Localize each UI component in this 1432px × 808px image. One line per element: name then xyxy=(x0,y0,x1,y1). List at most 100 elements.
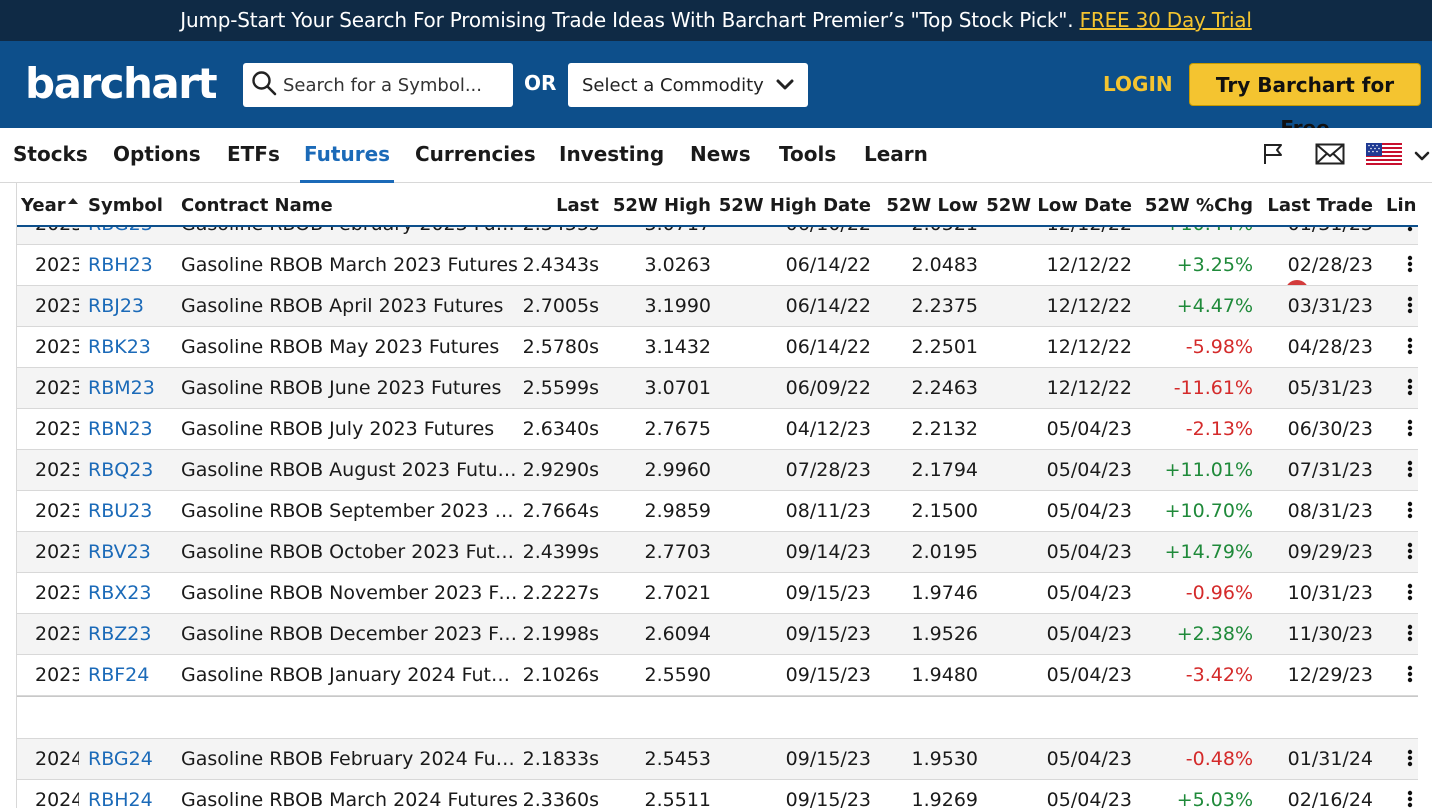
table-row[interactable]: 2024 RBH24 Gasoline RBOB March 2024 Future… xyxy=(17,780,1418,808)
cell-last: 2.4343s xyxy=(522,254,599,276)
table-row[interactable]: 2023 RBK23 Gasoline RBOB May 2023 Futures 2… xyxy=(17,327,1418,368)
cell-symbol-link[interactable]: RBN23 xyxy=(88,418,153,440)
col-year[interactable]: Year xyxy=(21,195,78,216)
more-vertical-icon[interactable] xyxy=(1405,255,1415,275)
table-row[interactable]: 2023 RBH23 Gasoline RBOB March 2023 Future… xyxy=(17,245,1418,286)
cell-52w-chg: +4.47% xyxy=(1176,295,1253,317)
more-vertical-icon[interactable] xyxy=(1405,583,1415,603)
mail-icon[interactable] xyxy=(1315,143,1345,169)
more-vertical-icon[interactable] xyxy=(1405,749,1415,769)
table-row[interactable]: 2023 RBN23 Gasoline RBOB July 2023 Futures… xyxy=(17,409,1418,450)
cell-52w-low: 2.2501 xyxy=(911,336,978,358)
cell-symbol-link[interactable]: RBQ23 xyxy=(88,459,153,481)
cell-symbol-link[interactable]: RBX23 xyxy=(88,582,151,604)
table-row[interactable]: 2023 RBV23 Gasoline RBOB October 2023 Futu… xyxy=(17,532,1418,573)
cell-contract-name: Gasoline RBOB March 2023 Futures xyxy=(181,254,518,276)
cell-symbol-link[interactable]: RBZ23 xyxy=(88,623,151,645)
cell-52w-chg: -0.96% xyxy=(1185,582,1253,604)
nav-options[interactable]: Options xyxy=(113,128,201,183)
cell-last-trade: 04/28/23 xyxy=(1287,336,1373,358)
more-vertical-icon[interactable] xyxy=(1405,665,1415,685)
table-row[interactable]: 2023 RBU23 Gasoline RBOB September 2023 Fu… xyxy=(17,491,1418,532)
search-icon xyxy=(251,70,277,100)
more-vertical-icon[interactable] xyxy=(1405,624,1415,644)
cell-52w-low-date: 05/04/23 xyxy=(1046,459,1132,481)
cell-52w-high-date: 06/14/22 xyxy=(785,254,871,276)
col-year-label: Year xyxy=(21,195,66,216)
more-vertical-icon[interactable] xyxy=(1405,790,1415,808)
nav-investing[interactable]: Investing xyxy=(559,128,664,183)
nav-etfs[interactable]: ETFs xyxy=(227,128,280,183)
cell-contract-name: Gasoline RBOB January 2024 Futures xyxy=(181,664,521,686)
cell-52w-high: 3.0263 xyxy=(644,254,711,276)
col-52w-chg[interactable]: 52W %Chg xyxy=(1145,195,1253,216)
col-links[interactable]: Links xyxy=(1386,195,1418,216)
col-last-trade[interactable]: Last Trade xyxy=(1267,195,1373,216)
more-vertical-icon[interactable] xyxy=(1405,501,1415,521)
symbol-search[interactable] xyxy=(243,63,513,107)
cell-last-trade: 02/28/23 xyxy=(1287,254,1373,276)
col-52w-low-date[interactable]: 52W Low Date xyxy=(986,195,1132,216)
table-header: Year Symbol Contract Name Last 52W High … xyxy=(17,183,1418,227)
cell-52w-low: 2.0195 xyxy=(911,541,978,563)
cell-last-trade: 09/29/23 xyxy=(1287,541,1373,563)
cell-year: 2023 xyxy=(35,541,79,563)
cell-symbol-link[interactable]: RBV23 xyxy=(88,541,151,563)
cell-symbol-link[interactable]: RBG24 xyxy=(88,748,153,770)
cell-symbol-link[interactable]: RBH23 xyxy=(88,254,153,276)
col-52w-high[interactable]: 52W High xyxy=(613,195,711,216)
col-52w-high-date[interactable]: 52W High Date xyxy=(719,195,871,216)
chevron-down-icon[interactable] xyxy=(1414,148,1430,167)
more-vertical-icon[interactable] xyxy=(1405,378,1415,398)
cell-symbol-link[interactable]: RBM23 xyxy=(88,377,155,399)
commodity-select-label: Select a Commodity xyxy=(582,74,764,96)
search-input[interactable] xyxy=(283,74,503,96)
nav-currencies[interactable]: Currencies xyxy=(415,128,536,183)
more-vertical-icon[interactable] xyxy=(1405,460,1415,480)
cell-52w-low: 1.9530 xyxy=(911,748,978,770)
barchart-logo[interactable]: barchart xyxy=(25,57,218,111)
cell-52w-high-date: 09/15/23 xyxy=(785,664,871,686)
col-last[interactable]: Last xyxy=(556,195,599,216)
nav-futures[interactable]: Futures xyxy=(300,128,395,183)
more-vertical-icon[interactable] xyxy=(1405,419,1415,439)
cell-symbol-link[interactable]: RBH24 xyxy=(88,789,153,808)
cell-symbol-link[interactable]: RBJ23 xyxy=(88,295,144,317)
cell-52w-chg: +5.03% xyxy=(1176,789,1253,808)
cell-symbol-link[interactable]: RBF24 xyxy=(88,664,149,686)
table-row[interactable]: 2023 RBJ23 Gasoline RBOB April 2023 Future… xyxy=(17,286,1418,327)
col-52w-low[interactable]: 52W Low xyxy=(886,195,978,216)
nav-tools[interactable]: Tools xyxy=(779,128,836,183)
cell-52w-chg: -2.13% xyxy=(1185,418,1253,440)
cell-52w-high-date: 09/15/23 xyxy=(785,623,871,645)
nav-news[interactable]: News xyxy=(690,128,751,183)
table-row[interactable]: 2023 RBM23 Gasoline RBOB June 2023 Futures… xyxy=(17,368,1418,409)
more-vertical-icon[interactable] xyxy=(1405,296,1415,316)
cell-symbol-link[interactable]: RBU23 xyxy=(88,500,152,522)
free-trial-link[interactable]: FREE 30 Day Trial xyxy=(1080,8,1252,32)
table-row[interactable]: 2023 RBZ23 Gasoline RBOB December 2023 Fut… xyxy=(17,614,1418,655)
col-symbol[interactable]: Symbol xyxy=(88,195,163,216)
login-link[interactable]: LOGIN xyxy=(1103,72,1173,96)
table-row[interactable]: 2023 RBQ23 Gasoline RBOB August 2023 Futur… xyxy=(17,450,1418,491)
cell-52w-low: 1.9269 xyxy=(911,789,978,808)
cell-symbol-link[interactable]: RBK23 xyxy=(88,336,151,358)
cell-52w-low-date: 05/04/23 xyxy=(1046,789,1132,808)
nav-stocks[interactable]: Stocks xyxy=(13,128,88,183)
cell-52w-high: 2.5590 xyxy=(644,664,711,686)
table-row[interactable]: 2024 RBG24 Gasoline RBOB February 2024 Fut… xyxy=(17,739,1418,780)
more-vertical-icon[interactable] xyxy=(1405,337,1415,357)
cell-52w-chg: -5.98% xyxy=(1185,336,1253,358)
table-row[interactable]: 2023 RBF24 Gasoline RBOB January 2024 Futu… xyxy=(17,655,1418,696)
us-flag-icon[interactable] xyxy=(1366,143,1402,171)
more-vertical-icon[interactable] xyxy=(1405,542,1415,562)
cell-52w-high: 3.1990 xyxy=(644,295,711,317)
cell-last-trade: 05/31/23 xyxy=(1287,377,1373,399)
col-contract-name[interactable]: Contract Name xyxy=(181,195,333,216)
try-barchart-button[interactable]: Try Barchart for Free xyxy=(1189,63,1421,140)
flag-icon[interactable] xyxy=(1262,142,1284,170)
nav-learn[interactable]: Learn xyxy=(864,128,928,183)
commodity-select[interactable]: Select a Commodity xyxy=(568,63,808,107)
cell-last: 2.5780s xyxy=(522,336,599,358)
table-row[interactable]: 2023 RBX23 Gasoline RBOB November 2023 Fut… xyxy=(17,573,1418,614)
